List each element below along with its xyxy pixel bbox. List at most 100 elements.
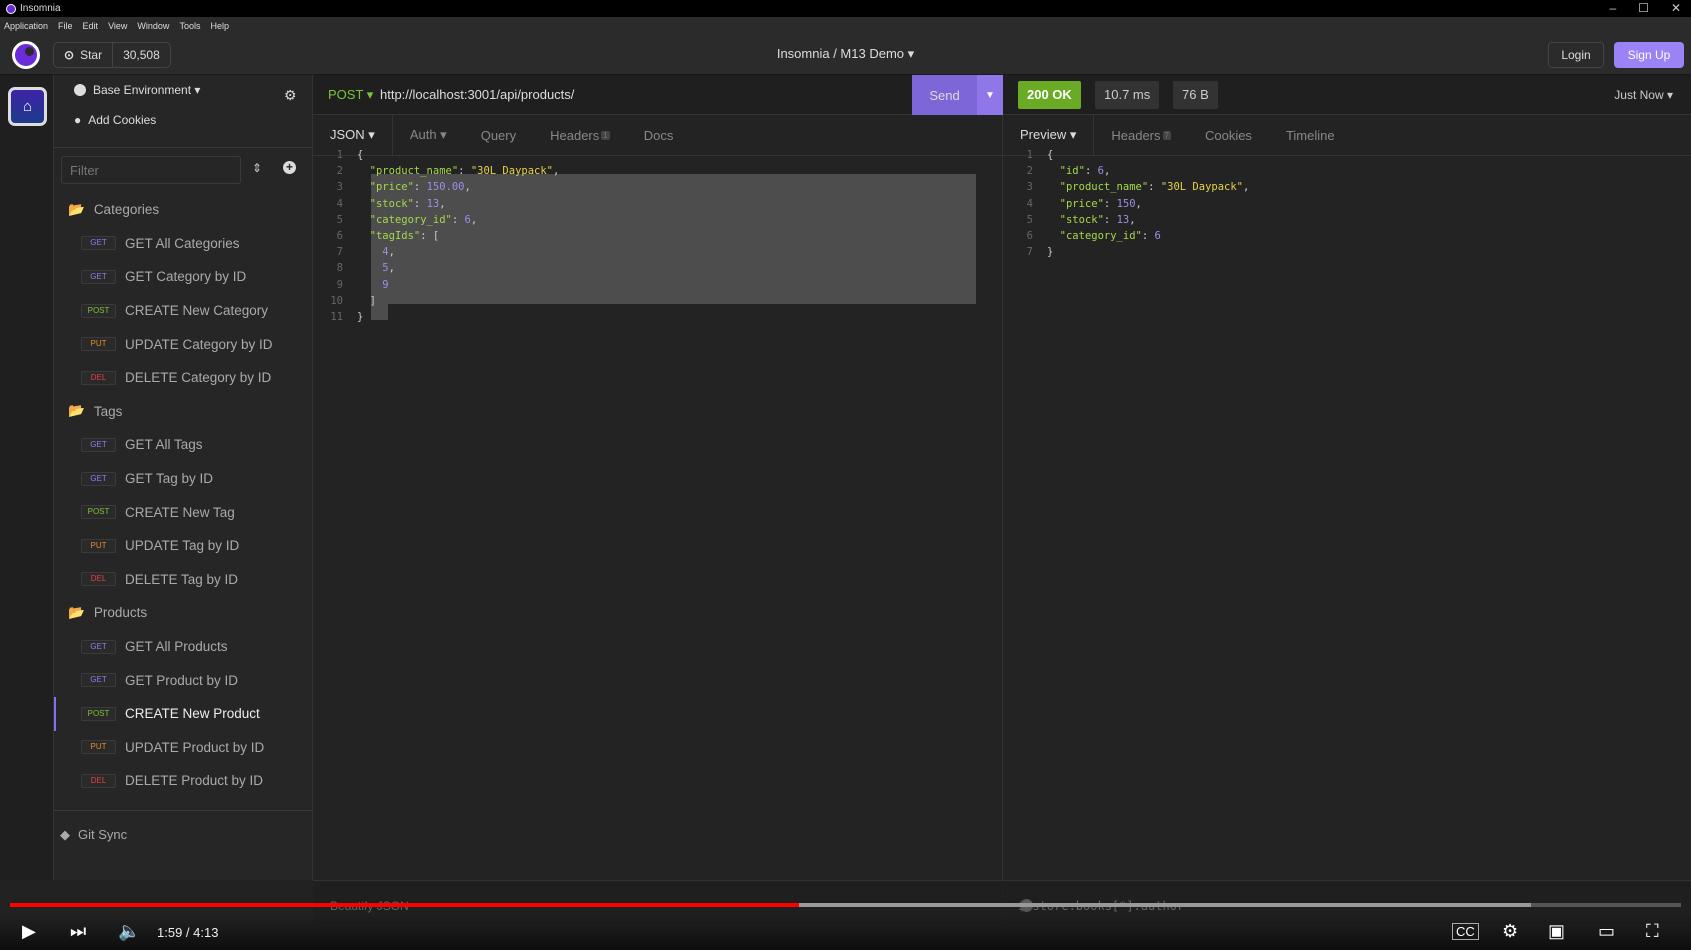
menu-tools[interactable]: Tools: [179, 21, 200, 31]
login-button[interactable]: Login: [1548, 42, 1604, 68]
video-progress-bar[interactable]: [10, 903, 1681, 907]
gear-icon[interactable]: ⚙: [284, 87, 297, 104]
code-token: "stock": [369, 197, 414, 210]
menu-application[interactable]: Application: [4, 21, 48, 31]
method-badge: DEL: [81, 773, 116, 788]
code-token: :: [413, 197, 427, 210]
code-token: "category_id": [369, 213, 452, 226]
code-token: :: [413, 181, 427, 194]
code-token: "category_id": [1059, 230, 1142, 243]
request-item[interactable]: GET GET Tag by ID: [54, 462, 313, 496]
request-item[interactable]: GET GET Product by ID: [54, 663, 313, 697]
code-line: 5 "stock": 13,: [1003, 212, 1249, 228]
request-label: DELETE Product by ID: [125, 773, 264, 789]
code-line: 2 "product_name": "30L Daypack",: [313, 163, 560, 179]
request-item[interactable]: PUT UPDATE Tag by ID: [54, 529, 313, 563]
settings-icon[interactable]: ⚙: [1502, 921, 1518, 942]
code-line: 7 4,: [313, 244, 559, 260]
response-status-bar: 200 OK 10.7 ms 76 B Just Now ▾: [1003, 75, 1691, 115]
request-label: UPDATE Product by ID: [125, 739, 265, 755]
minimize-button[interactable]: –: [1609, 0, 1616, 17]
menu-help[interactable]: Help: [210, 21, 229, 31]
request-item[interactable]: PUT UPDATE Category by ID: [54, 327, 313, 361]
tab-docs[interactable]: Docs: [627, 115, 691, 155]
line-number: 5: [1026, 213, 1033, 226]
code-line: 5 "category_id": 6,: [313, 212, 559, 228]
code-token: :: [1103, 213, 1117, 226]
play-icon[interactable]: ▶: [22, 921, 36, 942]
method-selector[interactable]: POST ▾: [328, 87, 373, 103]
menu-view[interactable]: View: [108, 21, 127, 31]
breadcrumb[interactable]: Insomnia / M13 Demo ▾: [0, 46, 1691, 62]
git-sync-button[interactable]: ◆ Git Sync: [54, 810, 313, 880]
app-header: ⊙ Star 30,508 Insomnia / M13 Demo ▾ Login…: [0, 34, 1691, 75]
maximize-button[interactable]: ☐: [1638, 0, 1649, 17]
code-line: 6 "tagIds": [: [313, 228, 559, 244]
signup-button[interactable]: Sign Up: [1614, 42, 1684, 68]
left-rail: ⌂: [0, 75, 54, 880]
filter-input[interactable]: [61, 156, 241, 184]
code-token: {: [357, 149, 364, 161]
menu-bar: Application File Edit View Window Tools …: [0, 17, 1691, 34]
code-line: 7}: [1003, 244, 1249, 260]
request-item[interactable]: GET GET Category by ID: [54, 260, 313, 294]
folder-categories[interactable]: 📂 Categories: [54, 193, 313, 227]
theater-icon[interactable]: ▭: [1598, 921, 1615, 942]
request-item[interactable]: DEL DELETE Product by ID: [54, 764, 313, 798]
code-token: : [: [420, 230, 440, 243]
line-number: 10: [330, 294, 343, 307]
send-options-chevron-icon[interactable]: ▼: [977, 75, 1003, 115]
miniplayer-icon[interactable]: ▣: [1548, 921, 1565, 942]
fullscreen-icon[interactable]: ⛶: [1646, 921, 1659, 942]
code-line: 11}: [313, 309, 559, 325]
add-cookies-button[interactable]: ● Add Cookies: [74, 113, 156, 127]
method-badge: PUT: [81, 337, 116, 352]
add-icon[interactable]: +: [283, 161, 296, 174]
folder-products[interactable]: 📂 Products: [54, 596, 313, 630]
send-button[interactable]: Send: [912, 75, 977, 115]
request-item[interactable]: POST CREATE New Tag: [54, 495, 313, 529]
folder-icon: 📂: [68, 201, 85, 217]
request-item[interactable]: GET GET All Tags: [54, 428, 313, 462]
history-dropdown[interactable]: Just Now ▾: [1614, 88, 1673, 102]
request-body-editor[interactable]: 1{2 "product_name": "30L Daypack", 3 "pri…: [313, 147, 559, 325]
folder-tags[interactable]: 📂 Tags: [54, 395, 313, 429]
request-item[interactable]: GET GET All Products: [54, 630, 313, 664]
code-line: 4 "price": 150,: [1003, 196, 1249, 212]
request-item[interactable]: POST CREATE New Category: [54, 294, 313, 328]
insomnia-logo-icon: [6, 3, 16, 14]
menu-window[interactable]: Window: [137, 21, 169, 31]
line-number: 1: [1026, 149, 1033, 161]
request-item[interactable]: GET GET All Categories: [54, 227, 313, 261]
home-icon[interactable]: ⌂: [8, 87, 47, 126]
code-token: :: [451, 213, 465, 226]
request-item[interactable]: DEL DELETE Category by ID: [54, 361, 313, 395]
next-icon[interactable]: ⏭: [70, 921, 86, 942]
captions-icon[interactable]: CC: [1452, 923, 1479, 940]
url-input[interactable]: http://localhost:3001/api/products/: [380, 87, 574, 102]
method-badge: POST: [81, 505, 116, 520]
request-label: GET All Products: [125, 639, 228, 655]
code-token: :: [458, 165, 471, 178]
request-item[interactable]: PUT UPDATE Product by ID: [54, 731, 313, 765]
menu-file[interactable]: File: [58, 21, 73, 31]
line-number: 3: [336, 181, 343, 194]
sort-icon[interactable]: ⇕: [252, 161, 262, 175]
close-button[interactable]: ✕: [1671, 0, 1681, 17]
volume-icon[interactable]: 🔈: [118, 921, 140, 942]
request-label: DELETE Tag by ID: [125, 571, 239, 587]
tab-timeline[interactable]: Timeline: [1269, 115, 1352, 155]
request-item[interactable]: DEL DELETE Tag by ID: [54, 563, 313, 597]
line-number: 6: [336, 230, 343, 243]
request-label: GET Tag by ID: [125, 471, 214, 487]
menu-edit[interactable]: Edit: [83, 21, 99, 31]
environment-selector[interactable]: Base Environment ▾: [74, 83, 200, 97]
request-label: CREATE New Product: [125, 706, 260, 722]
code-line: 4 "stock": 13,: [313, 196, 559, 212]
request-item[interactable]: POST CREATE New Product: [54, 696, 313, 731]
